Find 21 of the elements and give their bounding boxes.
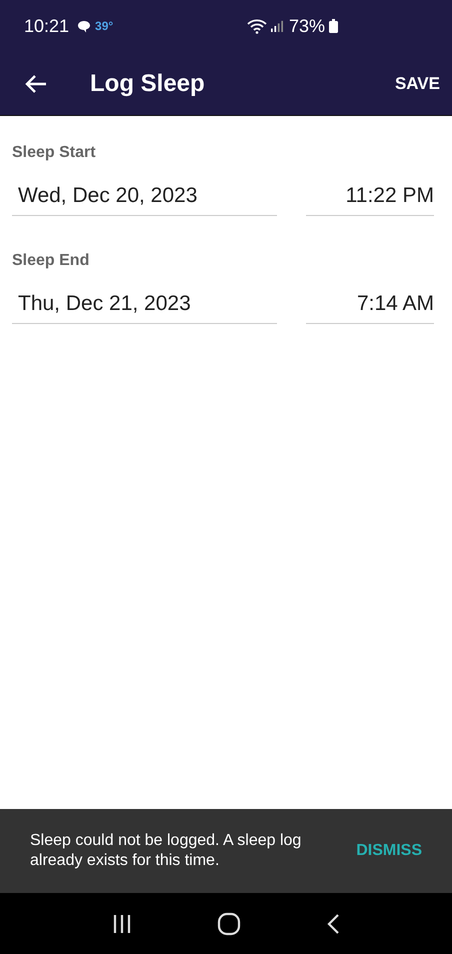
time-field[interactable]: 7:14 AM [306,288,434,324]
back-icon[interactable] [326,912,340,934]
battery-percentage: 73% [288,16,325,36]
chat-bubble-icon [77,20,92,32]
save-button[interactable]: SAVE [392,66,442,102]
temperature-text: 39° [95,19,114,33]
home-icon[interactable] [216,912,241,936]
status-time: 10:21 [24,16,70,36]
time-field[interactable]: 11:22 PM [306,180,434,216]
wifi-icon [246,18,267,34]
dismiss-button[interactable]: DISMISS [356,842,422,860]
back-arrow-icon [25,74,47,94]
screen-title: Log Sleep [90,70,206,98]
section-label: Sleep End [12,252,90,270]
date-field[interactable]: Wed, Dec 20, 2023 [12,180,277,216]
section-label: Sleep Start [12,144,97,162]
signal-icon [270,19,283,33]
battery-icon [329,19,338,33]
snackbar-message: Sleep could not be logged. A sleep log already exists for this time. [30,831,302,871]
recent-apps-icon[interactable] [112,914,132,934]
date-field[interactable]: Thu, Dec 21, 2023 [12,288,277,324]
